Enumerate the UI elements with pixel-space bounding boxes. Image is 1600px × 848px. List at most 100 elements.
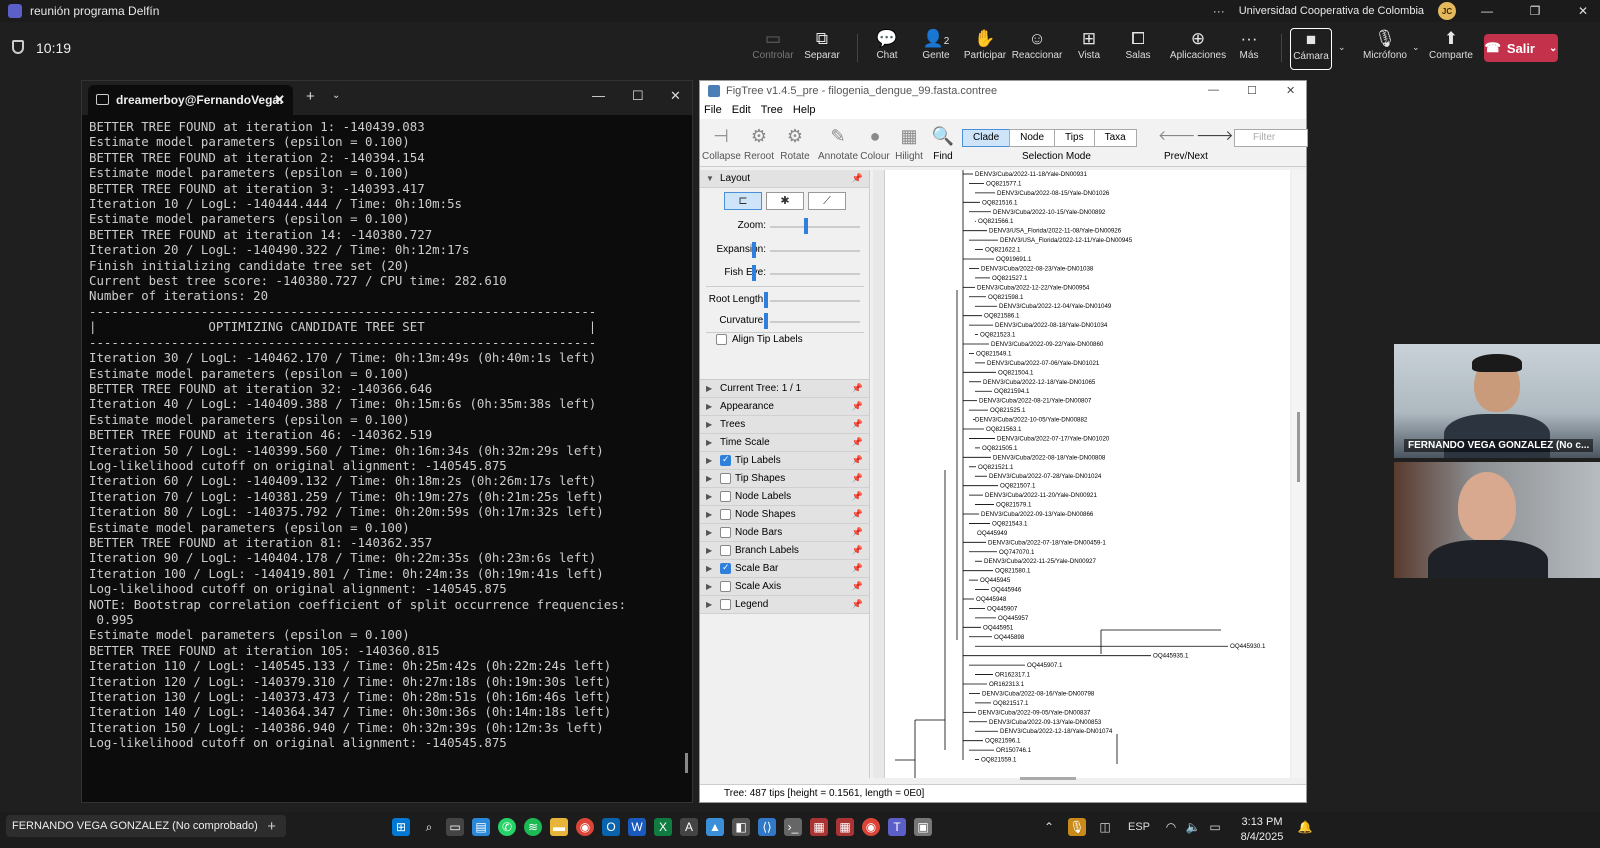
tip-label[interactable]: OQ821507.1 [1000,483,1036,490]
rotate-button[interactable]: ⚙ Rotate [776,121,814,162]
panel-checkbox[interactable] [720,545,731,556]
pin-icon[interactable]: 📌 [852,545,863,556]
selection-tips[interactable]: Tips [1054,129,1095,147]
pin-icon[interactable]: 📌 [852,173,863,184]
tip-label[interactable]: DENV3/Cuba/2022-07-18/Yale-DN00459-1 [988,539,1106,546]
tip-label[interactable]: DENV3/Cuba/2022-12-18/Yale-DN01065 [983,379,1096,386]
tree-canvas[interactable]: DENV3/Cuba/2022-11-18/Yale-DN00931 OQ8215… [885,170,1290,778]
tip-label[interactable]: OQ821505.1 [982,445,1018,452]
pin-icon[interactable]: 📌 [852,383,863,394]
tip-label[interactable]: DENV3/USA_Florida/2022-11-08/Yale-DN0092… [989,228,1122,235]
video-tile-1[interactable]: FERNANDO VEGA GONZALEZ (No c... [1394,344,1600,458]
panel-checkbox[interactable] [720,509,731,520]
expansion-slider[interactable]: Expansion: [700,242,870,258]
start-icon[interactable]: ⊞ [392,818,410,836]
tip-label[interactable]: DENV3/Cuba/2022-08-18/Yale-DN01034 [995,322,1108,329]
close-tab-icon[interactable]: ✕ [274,92,285,108]
panel-node-bars[interactable]: ▶ Node Bars 📌 [700,524,869,542]
leave-button[interactable]: ☎ Salir ⌄ [1484,34,1558,62]
tip-label[interactable]: OQ445949 [977,530,1008,537]
panel-scale-axis[interactable]: ▶ Scale Axis 📌 [700,578,869,596]
tip-label[interactable]: DENV3/Cuba/2022-09-13/Yale-DN00853 [989,719,1102,726]
tip-label[interactable]: DENV3/Cuba/2022-07-06/Yale-DN01021 [987,360,1100,367]
panel-tip-shapes[interactable]: ▶ Tip Shapes 📌 [700,470,869,488]
panel-splitter[interactable] [873,170,885,778]
tip-label[interactable]: OQ445946 [991,587,1022,594]
menu-tree[interactable]: Tree [761,104,783,116]
tip-label[interactable]: OQ821622.1 [985,247,1021,254]
rooms-button[interactable]: ⧠ Salas [1111,28,1165,70]
tip-label[interactable]: OQ821598.1 [988,294,1024,301]
close-icon[interactable]: ✕ [1286,84,1295,97]
minimize-icon[interactable]: — [1470,4,1504,18]
leave-chevron-icon[interactable]: ⌄ [1549,43,1557,54]
pin-icon[interactable]: 📌 [852,581,863,592]
pin-icon[interactable]: 📌 [852,563,863,574]
annotate-button[interactable]: ✎ Annotate [816,121,860,162]
find-button[interactable]: 🔍 Find [924,121,962,162]
tip-label[interactable]: DENV3/Cuba/2022-12-22/Yale-DN00954 [977,284,1090,291]
notifications-icon[interactable]: 🔔 [1296,818,1314,836]
tip-label[interactable]: OQ821504.1 [998,369,1034,376]
volume-icon[interactable]: 🔈 [1184,818,1202,836]
tip-label[interactable]: OQ821594.1 [994,388,1030,395]
tip-label[interactable]: OQ821525.1 [990,407,1026,414]
app-icon-d[interactable]: ▦ [810,818,828,836]
task-view-icon[interactable]: ▭ [446,818,464,836]
panel-legend[interactable]: ▶ Legend 📌 [700,596,869,614]
tip-label[interactable]: OQ821579.1 [996,502,1032,509]
tip-label[interactable]: OQ445930.1 [1230,643,1266,650]
collapse-button[interactable]: ⊣ Collapse [702,121,741,162]
tip-label[interactable]: OQ821549.1 [976,350,1012,357]
terminal-output[interactable]: BETTER TREE FOUND at iteration 1: -14043… [89,119,689,751]
dropdown-chevron-icon[interactable]: ⌄ [332,90,340,101]
tip-label[interactable]: OQ821596.1 [985,738,1021,745]
tip-label[interactable]: OQ821559.1 [981,757,1017,764]
close-icon[interactable]: ✕ [1566,4,1600,18]
tip-label[interactable]: OQ445945 [980,577,1011,584]
panel-checkbox[interactable] [720,599,731,610]
excel-icon[interactable]: X [654,818,672,836]
tip-label[interactable]: OQ445948 [976,596,1007,603]
apps-button[interactable]: ⊕ Aplicaciones [1166,28,1230,70]
curvature-slider[interactable]: Curvature: [700,313,870,329]
maximize-icon[interactable]: ❐ [1518,4,1552,18]
tip-label[interactable]: OQ821523.1 [980,332,1016,339]
minimize-icon[interactable]: — [592,88,605,103]
pin-icon[interactable]: 📌 [852,599,863,610]
chat-button[interactable]: 💬 Chat [860,28,914,70]
mic-tray-icon[interactable]: 🎙 [1068,818,1086,836]
fisheye-slider[interactable]: Fish Eye: [700,265,870,281]
tip-label[interactable]: DENV3/Cuba/2022-10-15/Yale-DN00892 [993,209,1106,216]
tip-label[interactable]: DENV3/Cuba/2022-09-05/Yale-DN00837 [978,709,1091,716]
outlook-icon[interactable]: O [602,818,620,836]
filter-input[interactable]: Filter [1234,129,1308,147]
video-tile-2[interactable] [1394,462,1600,578]
people-button[interactable]: 👤2 Gente [909,28,963,70]
tip-label[interactable]: DENV3/Cuba/2022-08-15/Yale-DN01026 [997,190,1110,197]
layout-panel-header[interactable]: ▼ Layout 📌 [700,170,869,188]
tip-label[interactable]: OQ821577.1 [986,180,1022,187]
menu-edit[interactable]: Edit [732,104,751,116]
panel-branch-labels[interactable]: ▶ Branch Labels 📌 [700,542,869,560]
zoom-slider[interactable]: Zoom: [700,218,870,234]
mic-chevron-icon[interactable]: ⌄ [1412,42,1420,53]
wifi-icon[interactable]: ◠ [1162,818,1180,836]
pin-icon[interactable]: 📌 [852,509,863,520]
tip-label[interactable]: OQ747070.1 [999,549,1035,556]
app-icon-f[interactable]: ▣ [914,818,932,836]
new-tab-icon[interactable]: + [306,88,315,105]
panel-checkbox[interactable] [720,527,731,538]
panel-node-labels[interactable]: ▶ Node Labels 📌 [700,488,869,506]
tip-label[interactable]: DENV3/Cuba/2022-11-18/Yale-DN00931 [975,171,1087,178]
view-button[interactable]: ⊞ Vista [1062,28,1116,70]
store-icon[interactable]: ▤ [472,818,490,836]
tip-label[interactable]: OQ445957 [998,615,1029,622]
panel-tip-labels[interactable]: ▶ Tip Labels 📌 [700,452,869,470]
tip-label[interactable]: DENV3/Cuba/2022-12-18/Yale-DN01074 [1000,728,1113,735]
tip-label[interactable]: OR162313.1 [989,681,1025,688]
selection-taxa[interactable]: Taxa [1093,129,1137,147]
code-icon[interactable]: ⟨⟩ [758,818,776,836]
panel-checkbox[interactable] [720,562,731,574]
colour-button[interactable]: ● Colour [856,121,894,162]
